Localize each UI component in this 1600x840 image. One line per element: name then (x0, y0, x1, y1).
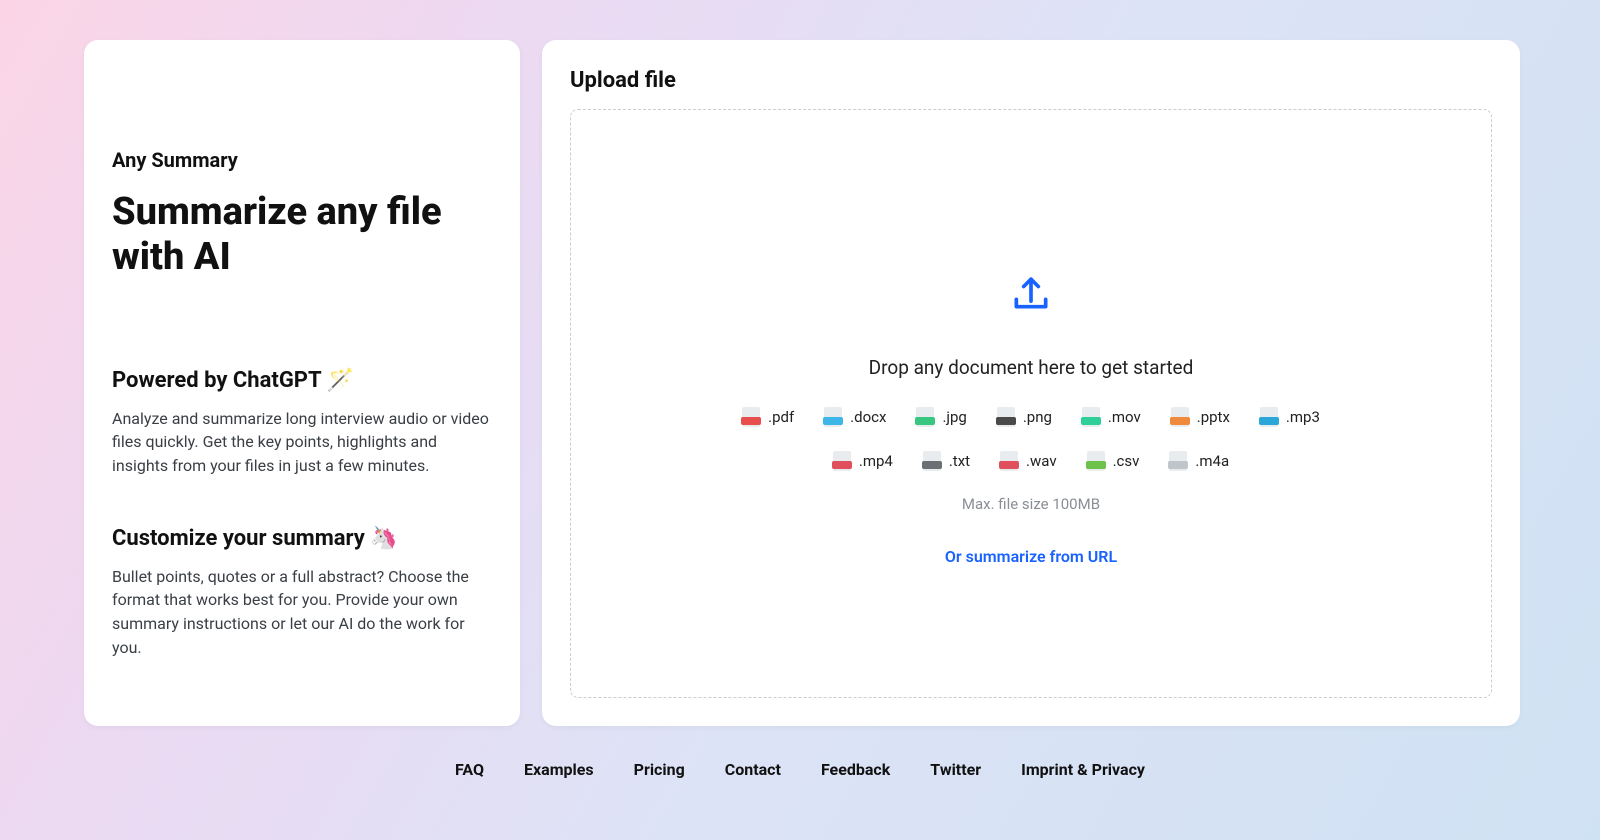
format-item: .csv (1087, 451, 1140, 471)
footer-nav: FAQ Examples Pricing Contact Feedback Twitter… (0, 736, 1600, 779)
section-heading-customize: Customize your summary 🦄 (112, 526, 492, 551)
format-label: .pptx (1197, 408, 1230, 426)
footer-link-contact[interactable]: Contact (725, 760, 781, 779)
format-label: .docx (850, 408, 886, 426)
format-label: .mp3 (1286, 408, 1320, 426)
format-list: .pdf .docx .jpg .png .mov .pptx .mp3 .mp4 .txt .w… (701, 407, 1361, 471)
format-label: .csv (1113, 452, 1140, 470)
file-type-icon (916, 407, 934, 427)
file-type-icon (824, 407, 842, 427)
footer-link-twitter[interactable]: Twitter (930, 760, 981, 779)
format-label: .mov (1108, 408, 1141, 426)
format-item: .m4a (1169, 451, 1229, 471)
format-label: .wav (1026, 452, 1057, 470)
file-type-icon (997, 407, 1015, 427)
footer-link-faq[interactable]: FAQ (455, 760, 484, 779)
format-item: .txt (923, 451, 970, 471)
file-dropzone[interactable]: Drop any document here to get started .p… (570, 109, 1492, 698)
format-label: .pdf (768, 408, 794, 426)
file-type-icon (1260, 407, 1278, 427)
format-label: .txt (949, 452, 970, 470)
format-item: .mp4 (833, 451, 893, 471)
format-item: .docx (824, 407, 886, 427)
file-type-icon (1082, 407, 1100, 427)
file-type-icon (1171, 407, 1189, 427)
upload-heading: Upload file (570, 68, 1492, 93)
format-label: .png (1023, 408, 1052, 426)
dropzone-text: Drop any document here to get started (869, 356, 1194, 379)
format-item: .png (997, 407, 1052, 427)
brand-name: Any Summary (112, 148, 492, 172)
section-heading-powered: Powered by ChatGPT 🪄 (112, 368, 492, 393)
file-type-icon (1000, 451, 1018, 471)
footer-link-pricing[interactable]: Pricing (634, 760, 685, 779)
footer-link-feedback[interactable]: Feedback (821, 760, 890, 779)
file-type-icon (833, 451, 851, 471)
section-text-powered: Analyze and summarize long interview aud… (112, 407, 492, 478)
format-item: .jpg (916, 407, 966, 427)
footer-link-examples[interactable]: Examples (524, 760, 594, 779)
format-label: .m4a (1195, 452, 1229, 470)
file-type-icon (1087, 451, 1105, 471)
section-text-customize: Bullet points, quotes or a full abstract… (112, 565, 492, 660)
format-item: .pptx (1171, 407, 1230, 427)
file-type-icon (923, 451, 941, 471)
format-label: .mp4 (859, 452, 893, 470)
format-label: .jpg (942, 408, 966, 426)
upload-card: Upload file Drop any document here to ge… (542, 40, 1520, 726)
format-item: .mov (1082, 407, 1141, 427)
hero-heading: Summarize any file with AI (112, 190, 492, 280)
format-item: .pdf (742, 407, 794, 427)
file-type-icon (742, 407, 760, 427)
upload-icon (1009, 270, 1053, 314)
format-item: .wav (1000, 451, 1057, 471)
upload-limit-text: Max. file size 100MB (962, 495, 1100, 513)
file-type-icon (1169, 451, 1187, 471)
summarize-url-link[interactable]: Or summarize from URL (945, 547, 1117, 566)
format-item: .mp3 (1260, 407, 1320, 427)
footer-link-imprint-privacy[interactable]: Imprint & Privacy (1021, 760, 1145, 779)
info-card: Any Summary Summarize any file with AI P… (84, 40, 520, 726)
